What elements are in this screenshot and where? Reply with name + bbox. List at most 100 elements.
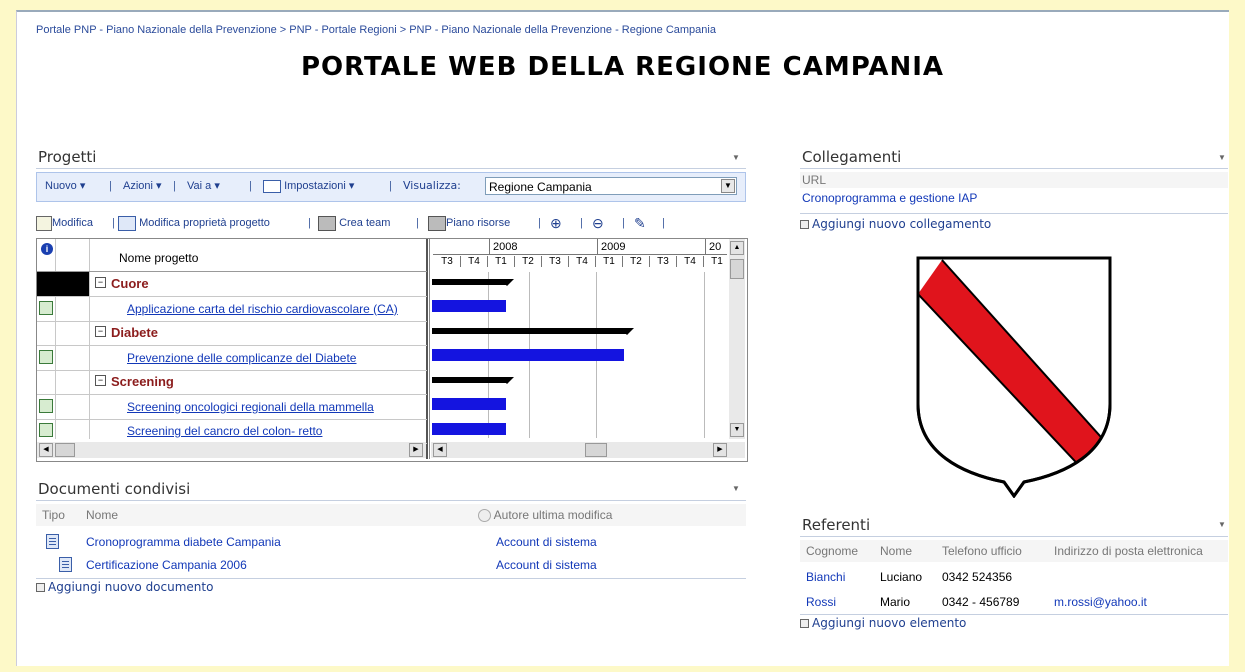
gantt-quarter-label: T4 xyxy=(677,256,704,267)
col-nome[interactable]: Nome xyxy=(86,508,118,522)
col-nome[interactable]: Nome xyxy=(880,544,912,558)
settings-icon xyxy=(263,179,281,193)
progetti-menu-arrow[interactable]: ▼ xyxy=(732,153,740,162)
word-doc-icon xyxy=(46,534,59,549)
col-cognome[interactable]: Cognome xyxy=(806,544,858,558)
gantt-bar-screening-colon[interactable] xyxy=(432,423,506,435)
modifica-proprieta-button[interactable]: Modifica proprietà progetto xyxy=(118,210,270,236)
vai-a-menu[interactable]: Vai a ▾ xyxy=(187,173,220,199)
project-icon xyxy=(39,398,53,413)
category-label: Cuore xyxy=(111,276,149,291)
aggiungi-documento-link[interactable]: Aggiungi nuovo documento xyxy=(36,580,213,594)
visualizza-select[interactable]: Regione Campania ▼ xyxy=(485,177,737,195)
breadcrumb-current: PNP - Piano Nazionale della Prevenzione … xyxy=(409,24,716,36)
col-tipo[interactable]: Tipo xyxy=(42,508,65,522)
row-selector-selected[interactable] xyxy=(37,272,89,296)
scroll-down-icon[interactable]: ▼ xyxy=(730,423,744,437)
col-telefono[interactable]: Telefono ufficio xyxy=(942,544,1022,558)
row-divider xyxy=(37,320,427,322)
referente-cognome[interactable]: Bianchi xyxy=(806,570,845,584)
gantt-quarter-label: T4 xyxy=(569,256,596,267)
window-edge xyxy=(1229,0,1245,672)
gantt-quarter-label: T3 xyxy=(434,256,461,267)
scroll-right-icon[interactable]: ▶ xyxy=(409,443,423,457)
gantt-summary-bar-screening[interactable] xyxy=(432,377,508,383)
grid-hscrollbar[interactable] xyxy=(37,442,426,458)
referenti-title: Referenti xyxy=(802,516,871,534)
zoom-in-icon[interactable]: ⊕ xyxy=(550,210,562,236)
project-icon xyxy=(39,349,53,364)
col-email[interactable]: Indirizzo di posta elettronica xyxy=(1054,544,1203,558)
vscroll-thumb[interactable] xyxy=(730,259,744,279)
row-divider xyxy=(37,394,427,395)
gantt-bar-prevenzione-diabete[interactable] xyxy=(432,349,624,361)
aggiungi-collegamento-link[interactable]: Aggiungi nuovo collegamento xyxy=(800,217,991,231)
document-link[interactable]: Certificazione Campania 2006 xyxy=(86,558,247,572)
scroll-right-icon[interactable]: ▶ xyxy=(713,443,727,457)
gantt-quarter-label: T4 xyxy=(461,256,488,267)
document-author[interactable]: Account di sistema xyxy=(496,558,597,572)
gantt-quarter-label: T1 xyxy=(596,256,623,267)
document-author[interactable]: Account di sistema xyxy=(496,535,597,549)
row-divider xyxy=(37,296,427,297)
column-header-nome-progetto[interactable]: Nome progetto xyxy=(119,251,198,265)
gantt-summary-bar-cuore[interactable] xyxy=(432,279,508,285)
add-icon xyxy=(800,619,809,628)
col-autore[interactable]: Autore ultima modifica xyxy=(478,508,612,523)
collegamenti-menu-arrow[interactable]: ▼ xyxy=(1218,153,1226,162)
progetti-title: Progetti xyxy=(38,148,97,166)
referente-cognome[interactable]: Rossi xyxy=(806,595,836,609)
gantt-bar-applicazione-carta[interactable] xyxy=(432,300,506,312)
project-link[interactable]: Prevenzione delle complicanze del Diabet… xyxy=(127,351,356,365)
zoom-out-icon[interactable]: ⊖ xyxy=(592,210,604,236)
document-link[interactable]: Cronoprogramma diabete Campania xyxy=(86,535,281,549)
scroll-left-icon[interactable]: ◀ xyxy=(39,443,53,457)
resources-icon xyxy=(428,215,446,231)
row-divider xyxy=(37,418,427,420)
project-link[interactable]: Screening oncologici regionali della mam… xyxy=(127,400,374,414)
breadcrumb-link-regioni[interactable]: PNP - Portale Regioni xyxy=(289,24,396,36)
referenti-menu-arrow[interactable]: ▼ xyxy=(1218,520,1226,529)
gantt-summary-bar-diabete[interactable] xyxy=(432,328,628,334)
referente-email[interactable]: m.rossi@yahoo.it xyxy=(1054,595,1147,609)
category-label: Diabete xyxy=(111,325,158,340)
category-label: Screening xyxy=(111,374,174,389)
chevron-down-icon[interactable]: ▼ xyxy=(721,179,735,193)
collapse-icon[interactable]: − xyxy=(95,277,106,288)
info-icon: i xyxy=(41,243,53,255)
add-icon xyxy=(36,583,45,592)
azioni-menu[interactable]: Azioni ▾ xyxy=(123,173,162,199)
nuovo-menu[interactable]: Nuovo ▾ xyxy=(45,173,85,199)
project-link[interactable]: Screening del cancro del colon- retto xyxy=(127,424,322,438)
progetti-underline xyxy=(36,168,746,169)
visualizza-label: Visualizza: xyxy=(403,179,461,192)
gantt-year-2009: 2009 xyxy=(601,241,626,253)
scroll-up-icon[interactable]: ▲ xyxy=(730,241,744,255)
col-url[interactable]: URL xyxy=(802,173,826,187)
referente-telefono: 0342 524356 xyxy=(942,570,1013,584)
crea-team-button[interactable]: Crea team xyxy=(318,210,390,236)
piano-risorse-button[interactable]: Piano risorse xyxy=(428,210,510,236)
link-cronoprogramma[interactable]: Cronoprogramma e gestione IAP xyxy=(802,191,977,205)
collapse-icon[interactable]: − xyxy=(95,375,106,386)
aggiungi-elemento-link[interactable]: Aggiungi nuovo elemento xyxy=(800,616,966,630)
progetti-grid: i Nome progetto 2008 2009 20 T3 T4 T1 T2 T3 T… xyxy=(36,238,748,462)
collapse-icon[interactable]: − xyxy=(95,326,106,337)
summary-end-marker xyxy=(500,279,514,286)
gantt-hscroll-thumb[interactable] xyxy=(585,443,607,457)
hscroll-thumb[interactable] xyxy=(55,443,75,457)
breadcrumb-link-pnp[interactable]: Portale PNP - Piano Nazionale della Prev… xyxy=(36,24,277,36)
scroll-left-icon[interactable]: ◀ xyxy=(433,443,447,457)
documenti-menu-arrow[interactable]: ▼ xyxy=(732,484,740,493)
project-link[interactable]: Applicazione carta del rischio cardiovas… xyxy=(127,302,398,316)
referenti-header-row: Cognome Nome Telefono ufficio Indirizzo … xyxy=(800,540,1228,562)
gantt-quarter-label: T3 xyxy=(650,256,677,267)
gantt-quarter-label: T3 xyxy=(542,256,569,267)
campania-coat-of-arms xyxy=(916,256,1112,498)
project-icon xyxy=(39,423,53,437)
documenti-underline xyxy=(36,500,746,501)
modifica-button[interactable]: Modifica xyxy=(36,210,93,236)
impostazioni-menu[interactable]: Impostazioni ▾ xyxy=(263,173,354,199)
gantt-bar-screening-mammella[interactable] xyxy=(432,398,506,410)
scroll-to-task-icon[interactable]: ✎ xyxy=(634,210,646,236)
